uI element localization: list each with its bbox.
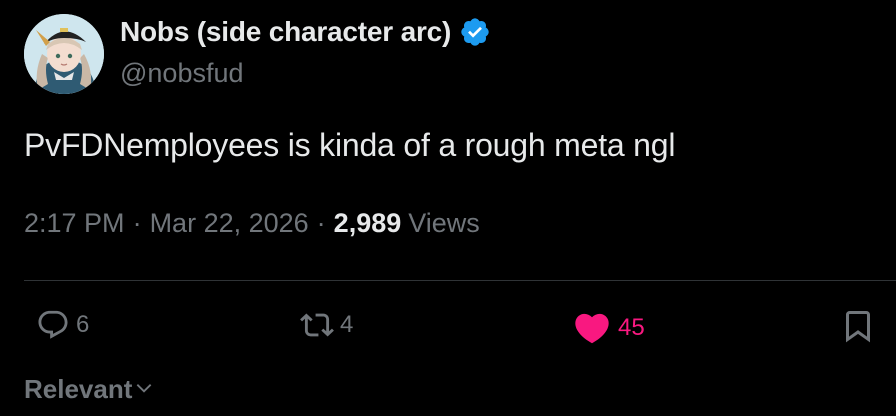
heart-icon [572,308,612,348]
views-count: 2,989 [333,208,402,238]
avatar[interactable] [24,14,104,94]
author-name-row: Nobs (side character arc) [120,16,491,48]
chevron-down-icon [132,374,154,405]
tweet-time[interactable]: 2:17 PM [24,208,125,239]
sort-label: Relevant [24,374,133,404]
meta-separator: · [316,208,326,238]
tweet-meta: 2:17 PM · Mar 22, 2026 · 2,989 Views [24,208,480,239]
reply-icon [36,308,70,342]
verified-badge-icon[interactable] [459,16,491,48]
sort-dropdown[interactable]: Relevant [24,374,154,405]
like-count: 45 [618,314,645,341]
author-display-name[interactable]: Nobs (side character arc) [120,16,451,48]
bookmark-button[interactable] [840,308,876,344]
retweet-icon [300,308,334,342]
tweet-text: PvFDNemployees is kinda of a rough meta … [24,127,676,163]
retweet-button[interactable]: 4 [300,308,353,342]
like-button[interactable]: 45 [572,308,645,348]
reply-count: 6 [76,311,90,338]
views-label: Views [408,208,480,238]
bookmark-icon [840,308,876,344]
meta-separator: · [132,208,142,238]
divider [24,280,896,281]
author-handle[interactable]: @nobsfud [120,58,244,89]
tweet-date[interactable]: Mar 22, 2026 [150,208,309,239]
reply-button[interactable]: 6 [36,308,89,342]
retweet-count: 4 [340,311,354,338]
